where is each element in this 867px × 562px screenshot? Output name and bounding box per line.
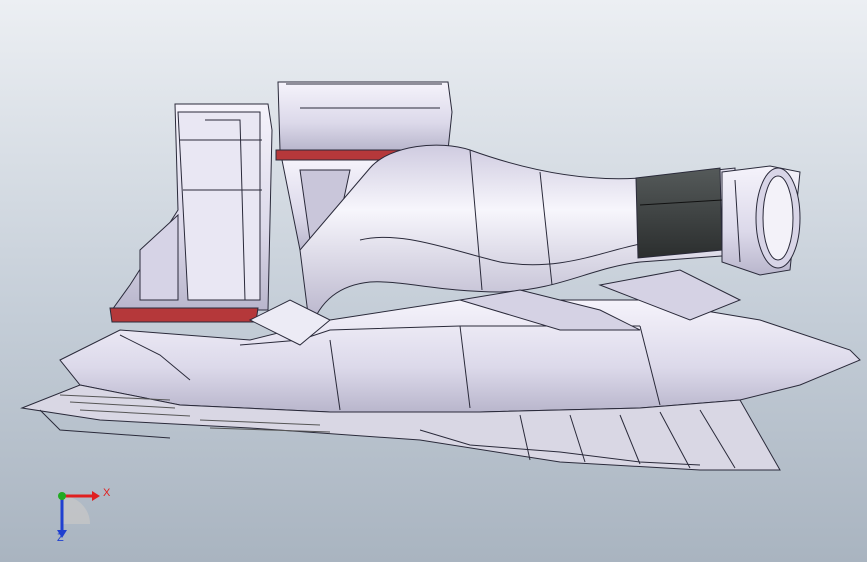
3d-viewport[interactable]: X Z <box>0 0 867 562</box>
axis-triad: X Z <box>40 480 120 550</box>
x-axis-label: X <box>103 487 111 499</box>
z-axis-label: Z <box>57 532 64 544</box>
cad-model-intake-assembly[interactable] <box>0 0 867 562</box>
left-column <box>109 103 273 323</box>
